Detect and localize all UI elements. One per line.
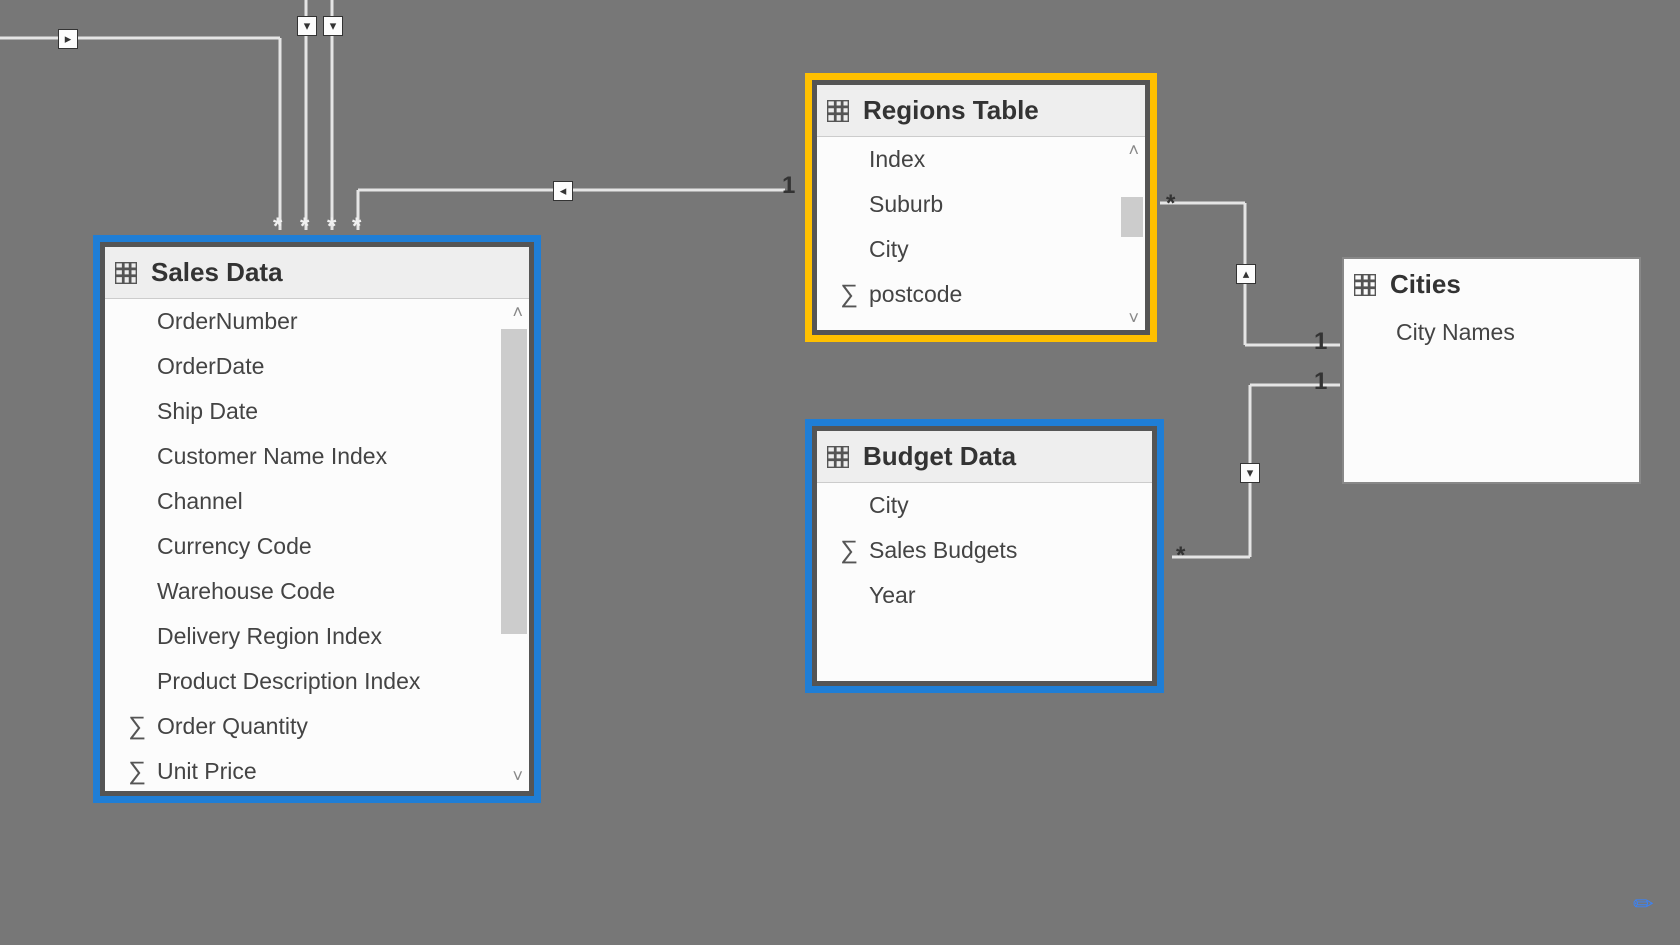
cardinality-one: 1 (782, 172, 795, 200)
scrollbar-thumb[interactable] (501, 329, 527, 634)
field-label: Suburb (869, 191, 943, 218)
field-row[interactable]: ∑Suburb (817, 182, 1145, 227)
direction-arrow-icon: ▾ (323, 16, 343, 36)
field-label: Currency Code (157, 533, 312, 560)
sigma-icon: ∑ (117, 757, 157, 786)
field-row[interactable]: ∑Delivery Region Index (105, 614, 529, 659)
field-label: City (869, 236, 909, 263)
field-list[interactable]: ∑City ∑Sales Budgets ∑Year (817, 483, 1152, 681)
field-row[interactable]: ∑Sales Budgets (817, 528, 1152, 573)
field-row[interactable]: ∑Order Quantity (105, 704, 529, 749)
field-label: City (869, 492, 909, 519)
field-row[interactable]: ∑OrderDate (105, 344, 529, 389)
field-label: Ship Date (157, 398, 258, 425)
table-header[interactable]: Budget Data (817, 431, 1152, 483)
field-row[interactable]: ∑Warehouse Code (105, 569, 529, 614)
scroll-up-icon[interactable]: ˄ (512, 303, 523, 321)
table-title: Sales Data (151, 257, 283, 288)
field-row[interactable]: ∑City Names (1344, 310, 1639, 355)
cardinality-one: 1 (1314, 368, 1327, 396)
field-list[interactable]: ˄ ˅ ∑OrderNumber ∑OrderDate ∑Ship Date ∑… (105, 299, 529, 789)
table-sales-data[interactable]: Sales Data ˄ ˅ ∑OrderNumber ∑OrderDate ∑… (100, 242, 534, 796)
field-row[interactable]: ∑Year (817, 573, 1152, 618)
field-row[interactable]: ∑postcode (817, 272, 1145, 317)
cardinality-many: * (1166, 190, 1175, 218)
field-label: Year (869, 582, 915, 609)
table-header[interactable]: Sales Data (105, 247, 529, 299)
sigma-icon: ∑ (829, 280, 869, 309)
field-label: Unit Price (157, 758, 257, 785)
field-row[interactable]: ∑Product Description Index (105, 659, 529, 704)
field-row[interactable]: ∑City (817, 483, 1152, 528)
field-label: Warehouse Code (157, 578, 335, 605)
table-header[interactable]: Regions Table (817, 85, 1145, 137)
field-row[interactable]: ∑Currency Code (105, 524, 529, 569)
scroll-down-icon[interactable]: ˅ (512, 767, 523, 785)
field-label: postcode (869, 281, 962, 308)
table-icon (827, 100, 849, 122)
field-list[interactable]: ˄ ˅ ∑Index ∑Suburb ∑City ∑postcode (817, 137, 1145, 331)
sigma-icon: ∑ (829, 536, 869, 565)
scroll-down-icon[interactable]: ˅ (1128, 309, 1139, 327)
cardinality-one: 1 (1314, 328, 1327, 356)
table-icon (827, 446, 849, 468)
table-title: Regions Table (863, 95, 1039, 126)
field-row[interactable]: ∑Customer Name Index (105, 434, 529, 479)
scroll-up-icon[interactable]: ˄ (1128, 141, 1139, 159)
direction-arrow-icon: ▴ (1236, 264, 1256, 284)
table-icon (115, 262, 137, 284)
direction-arrow-icon: ▸ (58, 29, 78, 49)
cardinality-many: * (352, 213, 361, 241)
resize-handle-icon[interactable]: ✎ (1627, 887, 1662, 922)
table-cities[interactable]: Cities ∑City Names (1342, 257, 1641, 484)
cardinality-many: * (1176, 542, 1185, 570)
table-title: Budget Data (863, 441, 1016, 472)
sigma-icon: ∑ (117, 712, 157, 741)
field-row[interactable]: ∑Ship Date (105, 389, 529, 434)
field-label: Sales Budgets (869, 537, 1017, 564)
cardinality-many: * (273, 213, 282, 241)
field-row[interactable]: ∑City (817, 227, 1145, 272)
direction-arrow-icon: ◂ (553, 181, 573, 201)
field-label: OrderNumber (157, 308, 298, 335)
field-list[interactable]: ∑City Names (1344, 310, 1639, 355)
field-label: City Names (1396, 319, 1515, 346)
field-label: OrderDate (157, 353, 264, 380)
field-row[interactable]: ∑OrderNumber (105, 299, 529, 344)
field-row[interactable]: ∑Unit Price (105, 749, 529, 794)
table-icon (1354, 274, 1376, 296)
field-label: Delivery Region Index (157, 623, 382, 650)
table-regions[interactable]: Regions Table ˄ ˅ ∑Index ∑Suburb ∑City ∑… (812, 80, 1150, 335)
field-row[interactable]: ∑Index (817, 137, 1145, 182)
field-row[interactable]: ∑Channel (105, 479, 529, 524)
direction-arrow-icon: ▾ (297, 16, 317, 36)
scrollbar-thumb[interactable] (1121, 197, 1143, 237)
model-canvas[interactable]: ▸ ▾ ▾ ◂ ▴ ▾ * * * * 1 * 1 * 1 Sales Data… (0, 0, 1680, 945)
direction-arrow-icon: ▾ (1240, 463, 1260, 483)
field-label: Order Quantity (157, 713, 308, 740)
field-label: Channel (157, 488, 243, 515)
table-header[interactable]: Cities (1344, 259, 1639, 310)
field-label: Customer Name Index (157, 443, 387, 470)
table-budget[interactable]: Budget Data ∑City ∑Sales Budgets ∑Year (812, 426, 1157, 686)
cardinality-many: * (327, 213, 336, 241)
field-label: Product Description Index (157, 668, 420, 695)
field-label: Index (869, 146, 925, 173)
table-title: Cities (1390, 269, 1461, 300)
cardinality-many: * (300, 213, 309, 241)
